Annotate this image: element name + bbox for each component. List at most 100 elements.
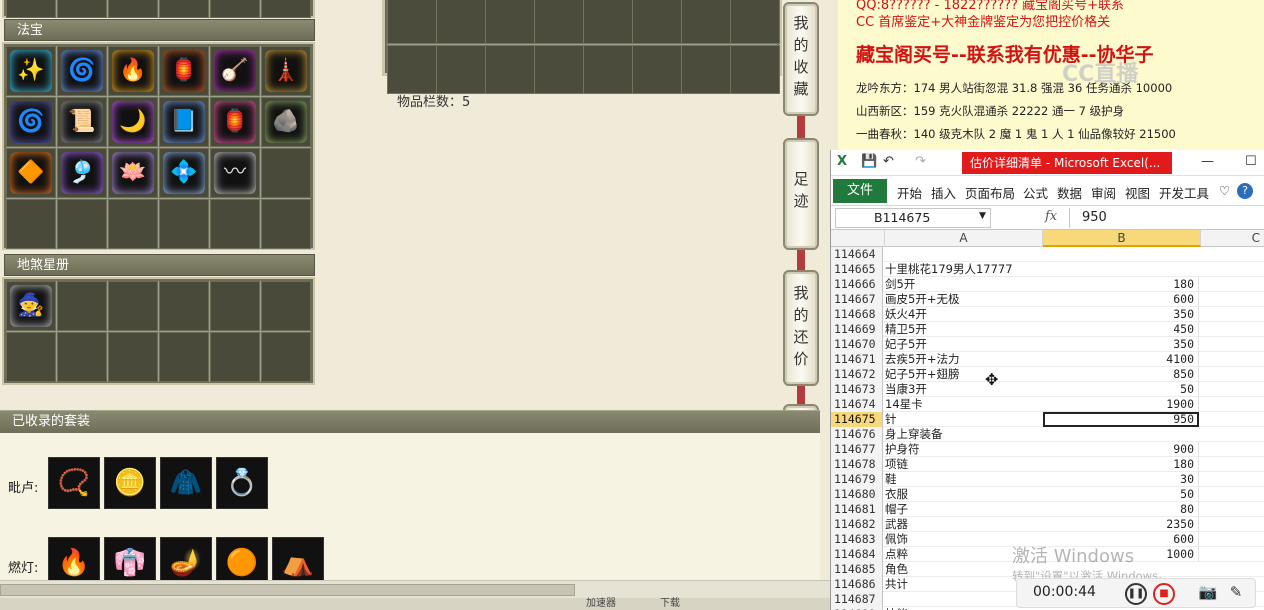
tab-data[interactable]: 数据 xyxy=(1057,183,1082,202)
cell-a[interactable]: 护身符 xyxy=(885,442,1043,457)
disha-slot[interactable] xyxy=(159,281,209,331)
cell-a[interactable]: 妖火4开 xyxy=(885,307,1043,322)
cell-b[interactable]: 600 xyxy=(1043,292,1199,307)
row-number[interactable]: 114673 xyxy=(831,382,883,397)
cell-b[interactable]: 180 xyxy=(1043,277,1199,292)
row-number[interactable]: 114669 xyxy=(831,322,883,337)
tab-my-favorites[interactable]: 我 的 收 藏 xyxy=(783,2,819,116)
row-number[interactable]: 114687 xyxy=(831,592,883,607)
stop-icon[interactable]: ■ xyxy=(1153,583,1175,605)
storage-slot[interactable] xyxy=(632,45,682,94)
speed-label[interactable]: 加速器 xyxy=(586,598,616,610)
disha-slot[interactable] xyxy=(108,281,158,331)
fabao-slot[interactable]: 🌙 xyxy=(108,97,158,147)
row-number[interactable]: 114681 xyxy=(831,502,883,517)
fabao-slot[interactable] xyxy=(57,199,107,249)
cell-a[interactable]: 针 xyxy=(885,412,1043,427)
tab-footprints[interactable]: 足 迹 xyxy=(783,138,819,250)
disha-item-icon[interactable]: 🧙 xyxy=(10,285,52,327)
pause-icon[interactable]: ❚❚ xyxy=(1125,583,1147,605)
disha-slot[interactable] xyxy=(210,281,260,331)
storage-slot[interactable] xyxy=(534,45,584,94)
cell-b[interactable]: 450 xyxy=(1043,322,1199,337)
row-number[interactable]: 114667 xyxy=(831,292,883,307)
storage-slot[interactable] xyxy=(436,0,486,44)
tab-file[interactable]: 文件 xyxy=(833,179,887,203)
cell-b[interactable]: 2350 xyxy=(1043,517,1199,532)
row-number[interactable]: 114682 xyxy=(831,517,883,532)
fabao-item-icon[interactable]: 🌙 xyxy=(112,101,154,143)
storage-slot[interactable] xyxy=(485,0,535,44)
fabao-slot[interactable] xyxy=(261,199,311,249)
cell-b[interactable]: 1900 xyxy=(1043,397,1199,412)
fabao-item-icon[interactable]: 🏮 xyxy=(163,50,205,92)
set-item-icon[interactable]: 💍 xyxy=(216,457,268,509)
row-number[interactable]: 114684 xyxy=(831,547,883,562)
fabao-slot[interactable] xyxy=(261,148,311,198)
disha-slot[interactable] xyxy=(6,332,56,382)
fabao-slot[interactable] xyxy=(6,199,56,249)
row-number[interactable]: 114680 xyxy=(831,487,883,502)
fabao-item-icon[interactable]: 🌀 xyxy=(61,50,103,92)
cell-a[interactable]: 武器 xyxy=(885,517,1043,532)
storage-slot[interactable] xyxy=(730,45,780,94)
fabao-slot[interactable]: 🏮 xyxy=(210,97,260,147)
disha-slot[interactable] xyxy=(210,332,260,382)
row-number[interactable]: 114666 xyxy=(831,277,883,292)
cell-a[interactable]: 去疾5开+法力 xyxy=(885,352,1043,367)
storage-slot[interactable] xyxy=(681,0,731,44)
cell-a[interactable]: 帽子 xyxy=(885,502,1043,517)
storage-slot[interactable] xyxy=(583,45,633,94)
cell-a[interactable]: 画皮5开+无极 xyxy=(885,292,1043,307)
download-label[interactable]: 下载 xyxy=(660,598,680,610)
namebox-dropdown-icon[interactable]: ▼ xyxy=(979,211,986,221)
disha-slot[interactable] xyxy=(108,332,158,382)
tab-insert[interactable]: 插入 xyxy=(931,183,956,202)
cell-a[interactable]: 身上穿装备 xyxy=(885,427,1043,442)
fabao-item-icon[interactable]: 🔶 xyxy=(10,152,52,194)
scrollbar-thumb[interactable] xyxy=(0,584,575,596)
disha-slot[interactable] xyxy=(261,332,311,382)
cell-b[interactable]: 30 xyxy=(1043,472,1199,487)
storage-slot[interactable] xyxy=(730,0,780,44)
tab-page-layout[interactable]: 页面布局 xyxy=(965,183,1015,202)
row-number[interactable]: 114686 xyxy=(831,577,883,592)
cell-b[interactable]: 350 xyxy=(1043,337,1199,352)
pen-icon[interactable]: ✎ xyxy=(1225,583,1247,605)
column-header-c[interactable]: C xyxy=(1201,230,1264,247)
fabao-item-icon[interactable]: 🏮 xyxy=(214,101,256,143)
cell-a[interactable]: 妃子5开+翅膀 xyxy=(885,367,1043,382)
fabao-slot[interactable]: 🗼 xyxy=(261,46,311,96)
cell-a[interactable]: 鞋 xyxy=(885,472,1043,487)
cell-b[interactable]: 4100 xyxy=(1043,352,1199,367)
disha-slot[interactable] xyxy=(159,332,209,382)
row-number[interactable]: 114664 xyxy=(831,247,883,262)
disha-slot[interactable] xyxy=(261,281,311,331)
fabao-item-icon[interactable]: 📜 xyxy=(61,101,103,143)
fabao-slot[interactable] xyxy=(108,199,158,249)
fabao-item-icon[interactable]: ✨ xyxy=(10,50,52,92)
set-item-icon[interactable]: 📿 xyxy=(48,457,100,509)
storage-slot[interactable] xyxy=(436,45,486,94)
fx-icon[interactable]: fx xyxy=(1045,209,1057,224)
cell-b[interactable]: 850 xyxy=(1043,367,1199,382)
fabao-item-icon[interactable]: 💠 xyxy=(163,152,205,194)
fabao-slot[interactable]: 🎐 xyxy=(57,148,107,198)
ribbon-collapse-icon[interactable]: ♡ xyxy=(1219,183,1230,198)
cell-a[interactable]: 14星卡 xyxy=(885,397,1043,412)
cell-b[interactable]: 50 xyxy=(1043,382,1199,397)
horizontal-scrollbar[interactable] xyxy=(0,580,830,598)
row-number[interactable]: 114665 xyxy=(831,262,883,277)
tab-review[interactable]: 审阅 xyxy=(1091,183,1116,202)
save-icon[interactable]: 💾 xyxy=(861,154,877,169)
tab-my-bargain[interactable]: 我 的 还 价 xyxy=(783,270,819,386)
fabao-slot[interactable]: 🪨 xyxy=(261,97,311,147)
cell-a[interactable]: 妃子5开 xyxy=(885,337,1043,352)
tab-formulas[interactable]: 公式 xyxy=(1023,183,1048,202)
help-icon[interactable]: ? xyxy=(1237,183,1253,199)
name-box[interactable]: B114675 xyxy=(835,208,991,228)
cell-a[interactable]: 衣服 xyxy=(885,487,1043,502)
fabao-slot[interactable]: 🪷 xyxy=(108,148,158,198)
row-number[interactable]: 114683 xyxy=(831,532,883,547)
set-item-icon[interactable]: 🪙 xyxy=(104,457,156,509)
